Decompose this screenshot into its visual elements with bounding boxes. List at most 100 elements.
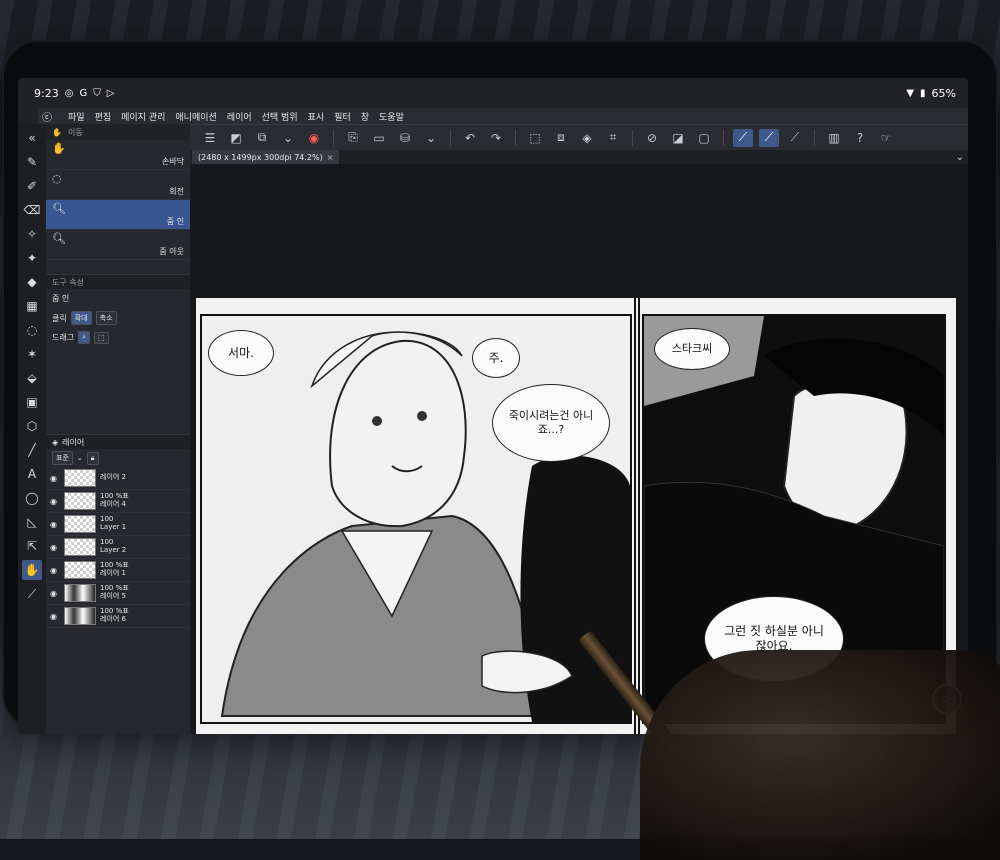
material-icon[interactable]: ▥ (824, 129, 844, 147)
toolbar-divider (814, 129, 815, 146)
chevron-down-icon[interactable]: ⌄ (278, 129, 298, 147)
menu-edit[interactable]: 편집 (95, 110, 112, 123)
ruler-icon[interactable]: ◺ (22, 512, 42, 532)
subtool-zoom-out[interactable]: 🔍︎ 줌 아웃 (46, 230, 190, 260)
menu-file[interactable]: 파일 (68, 110, 85, 123)
text-icon[interactable]: A (22, 464, 42, 484)
layer-row[interactable]: ◉ 100 %표 레이어 1 (46, 559, 190, 582)
menu-layer[interactable]: 레이어 (227, 110, 252, 123)
collapse-icon[interactable]: « (22, 128, 42, 148)
border-icon[interactable]: ▢ (694, 129, 714, 147)
deselect-icon[interactable]: ⊘ (642, 129, 662, 147)
menu-page[interactable]: 페이지 관리 (121, 110, 165, 123)
pen-icon[interactable]: ✎ (22, 152, 42, 172)
tool-property-tab[interactable]: 도구 속성 (52, 277, 84, 288)
zoom-in-option[interactable]: 확대 (70, 311, 92, 325)
pencil-icon[interactable]: ✐ (22, 176, 42, 196)
canvas-area[interactable]: 서마. 주. 죽이시려는건 아니죠...? 스타크씨 그런 짓 하실분 아니잖아… (190, 164, 968, 734)
eye-icon[interactable]: ◉ (50, 497, 60, 506)
menu-filter[interactable]: 필터 (334, 110, 351, 123)
bucket-icon[interactable]: ⬙ (22, 368, 42, 388)
figure-icon[interactable]: ⬡ (22, 416, 42, 436)
drag-rect-icon[interactable]: ⬚ (94, 331, 109, 344)
layer-row[interactable]: ◉ 100 %표 레이어 6 (46, 605, 190, 628)
close-icon[interactable]: × (327, 153, 334, 162)
invert-icon[interactable]: ◪ (668, 129, 688, 147)
layer-row[interactable]: ◉ 100 %표 레이어 5 (46, 582, 190, 605)
menu-window[interactable]: 창 (361, 110, 369, 123)
crop-icon[interactable]: ⌗ (603, 129, 623, 147)
subtool-zoom-in[interactable]: 🔍︎ 줌 인 (46, 200, 190, 230)
save-icon[interactable]: ⛁ (395, 129, 415, 147)
layer-info: 100 Layer 2 (100, 539, 126, 554)
sparkle-icon[interactable]: ✦ (22, 248, 42, 268)
layer-thumbnail (64, 538, 96, 556)
eyedropper-icon[interactable]: ⟋ (22, 584, 42, 604)
subtool-rotate[interactable]: ◌ 회전 (46, 170, 190, 200)
new-canvas-icon[interactable]: ◩ (226, 129, 246, 147)
app-logo-icon[interactable]: ⓒ (42, 109, 52, 124)
drag-zoom-icon[interactable]: ⌕ (78, 331, 91, 344)
eye-icon[interactable]: ◉ (50, 520, 60, 529)
hand-tool-icon[interactable]: ✋ (22, 560, 42, 580)
layer-row[interactable]: ◉ 100 Layer 2 (46, 536, 190, 559)
fill-selection-icon[interactable]: ◈ (577, 129, 597, 147)
blend-mode-row: 표준 ⌄ 🔒︎ (46, 449, 190, 467)
chevron-down-icon[interactable]: ⌄ (421, 129, 441, 147)
undo-icon[interactable]: ↶ (460, 129, 480, 147)
open-icon[interactable]: ⧉ (252, 129, 272, 147)
move-layer-icon[interactable]: ⇱ (22, 536, 42, 556)
lock-icon[interactable]: 🔒︎ (86, 451, 99, 465)
select-all-icon[interactable]: ⬚ (525, 129, 545, 147)
zoom-out-option[interactable]: 축소 (95, 311, 117, 325)
hand-icon: ✋ (52, 142, 66, 155)
google-icon: G (79, 87, 88, 99)
rotate-icon: ◌ (52, 172, 62, 185)
line-icon[interactable]: ╱ (22, 440, 42, 460)
eye-icon[interactable]: ◉ (50, 589, 60, 598)
layer-info: 100 %표 레이어 5 (100, 585, 129, 600)
folder-icon[interactable]: ▭ (369, 129, 389, 147)
fill-icon[interactable]: ◆ (22, 272, 42, 292)
layer-row[interactable]: ◉ 100 %표 레이어 4 (46, 490, 190, 513)
layer-row[interactable]: ◉ 100 Layer 1 (46, 513, 190, 536)
copy-icon[interactable]: ⧈ (551, 129, 571, 147)
menu-help[interactable]: 도움말 (379, 110, 404, 123)
snap-ruler-icon[interactable]: ⟋ (733, 128, 753, 147)
snap-special-icon[interactable]: ⟋ (759, 128, 779, 147)
chevron-down-icon[interactable]: ⌄ (77, 454, 83, 462)
layer-name: 레이어 6 (100, 615, 126, 623)
eye-icon[interactable]: ◉ (50, 543, 60, 552)
subtool-hand[interactable]: ✋ 손바닥 (46, 140, 190, 170)
eye-icon[interactable]: ◉ (50, 474, 60, 483)
layer-row[interactable]: ◉ 레이어 2 (46, 467, 190, 490)
magic-wand-icon[interactable]: ✶ (22, 344, 42, 364)
menu-icon[interactable]: ☰ (200, 129, 220, 147)
new-file-icon[interactable]: ⎘ (343, 129, 363, 147)
drag-label: 드래그 (52, 333, 75, 342)
toolbar-divider (450, 129, 451, 146)
menu-selection[interactable]: 선택 범위 (262, 110, 298, 123)
layer-thumbnail (64, 561, 96, 579)
gmail-icon: ◎ (64, 87, 74, 99)
blend-mode-select[interactable]: 표준 (52, 451, 73, 465)
chevron-down-icon[interactable]: ⌄ (956, 152, 964, 163)
eraser-icon[interactable]: ⌫ (22, 200, 42, 220)
snap-grid-icon[interactable]: ⟋ (785, 129, 805, 147)
eye-icon[interactable]: ◉ (50, 612, 60, 621)
eye-icon[interactable]: ◉ (50, 566, 60, 575)
redo-icon[interactable]: ↷ (486, 129, 506, 147)
modifier-key-icon[interactable]: ☞ (876, 129, 896, 147)
menu-view[interactable]: 표시 (308, 110, 325, 123)
blend-icon[interactable]: ✧ (22, 224, 42, 244)
menu-animation[interactable]: 애니메이션 (175, 110, 216, 123)
record-icon[interactable]: ◉ (304, 129, 324, 147)
lasso-icon[interactable]: ◌ (22, 320, 42, 340)
comic-panel-left[interactable]: 서마. 주. 죽이시려는건 아니죠...? (200, 314, 632, 724)
balloon-icon[interactable]: ◯ (22, 488, 42, 508)
help-icon[interactable]: ? (850, 129, 870, 147)
document-tab[interactable]: (2480 x 1499px 300dpi 74.2%) × (192, 150, 340, 164)
grid-icon[interactable]: ▦ (22, 296, 42, 316)
layer-info: 100 %표 레이어 6 (100, 608, 129, 623)
gradient-icon[interactable]: ▣ (22, 392, 42, 412)
